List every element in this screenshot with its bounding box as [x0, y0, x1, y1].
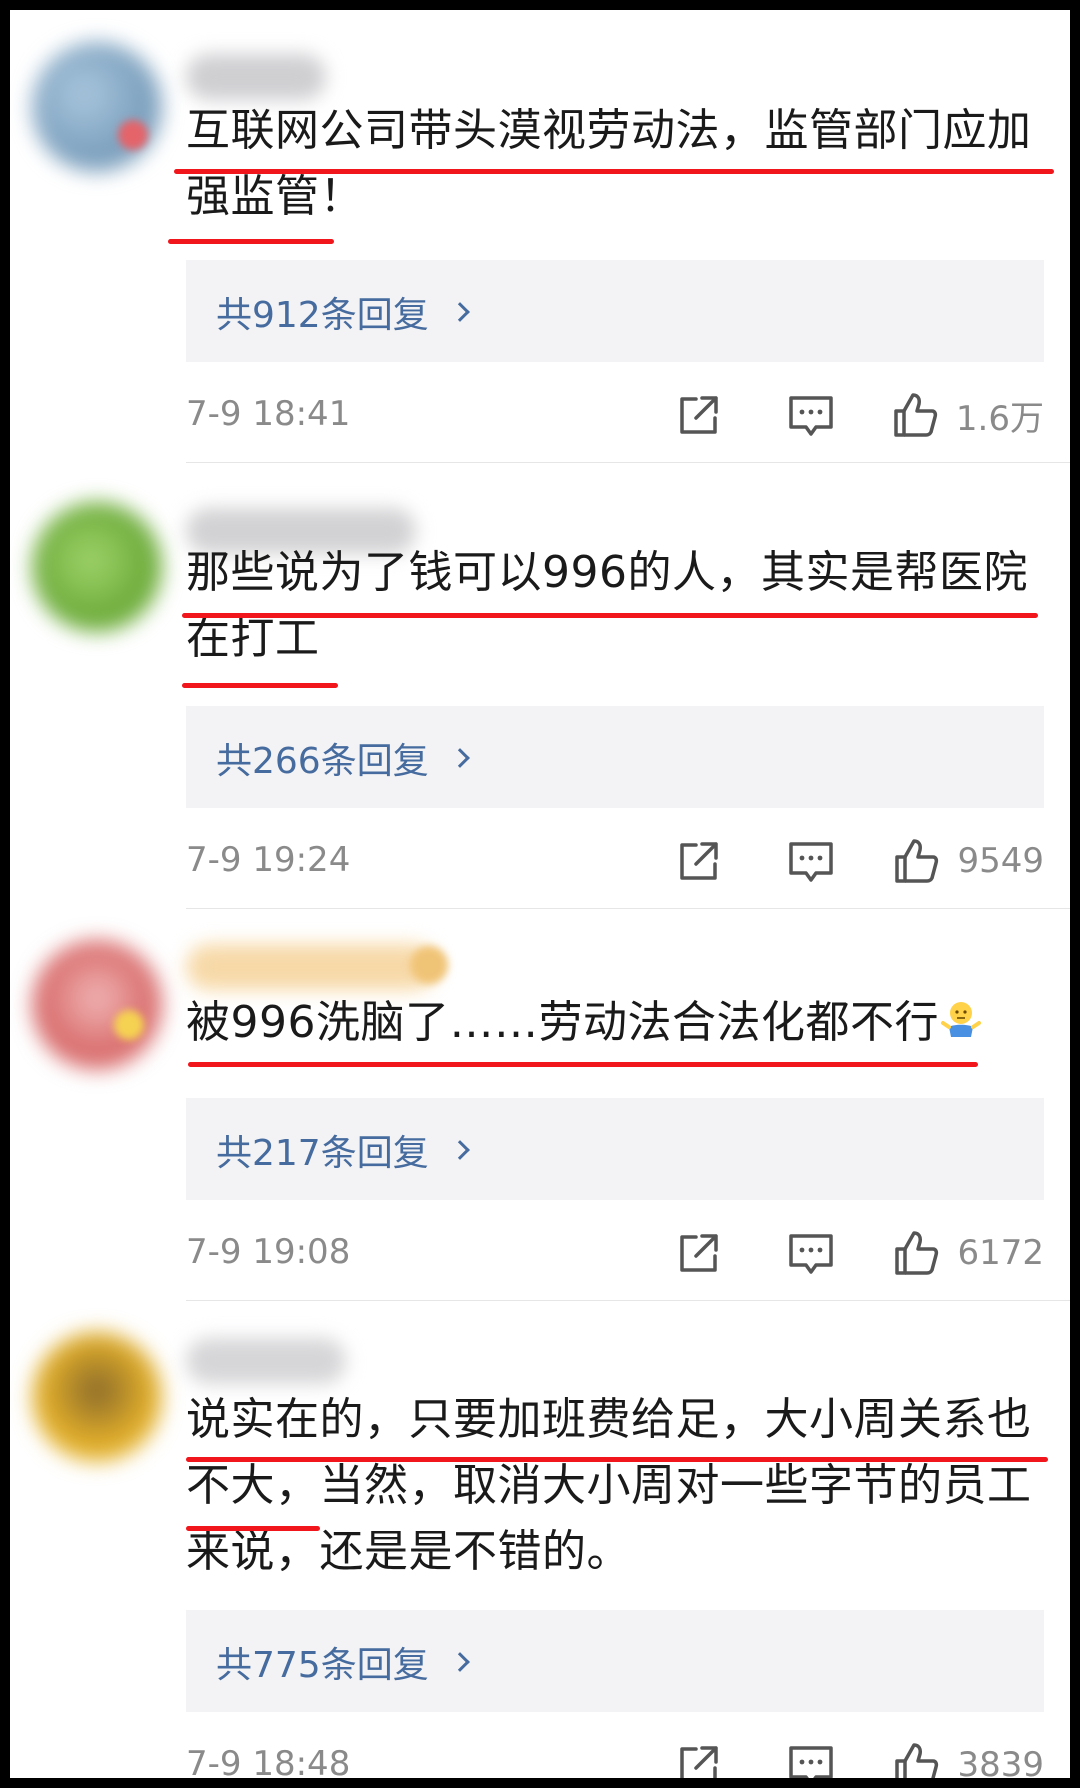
- thumbs-up-icon: [895, 1231, 939, 1275]
- thumbs-up-icon: [895, 1743, 939, 1778]
- verified-badge-icon: [114, 1010, 144, 1040]
- like-button[interactable]: 9549: [891, 836, 1044, 886]
- comment-footer: 7-9 18:41 1.6万: [186, 390, 1044, 440]
- reply-box: 共217条回复: [186, 1098, 1044, 1200]
- username[interactable]: [186, 54, 326, 100]
- reply-box: 共775条回复: [186, 1610, 1044, 1712]
- thumbs-up-icon: [894, 393, 938, 437]
- timestamp: 7-9 19:08: [186, 1232, 351, 1272]
- comment-line: 互联网公司带头漠视劳动法，监管部门应加: [186, 105, 1032, 156]
- reply-count-label: 共912条回复: [216, 295, 429, 336]
- chevron-right-icon: [449, 748, 470, 768]
- divider: [186, 908, 1070, 909]
- comment-text: 被996洗脑了……劳动法合法化都不行: [186, 990, 1056, 1056]
- underline-annotation: [168, 239, 334, 244]
- avatar[interactable]: [32, 42, 162, 172]
- avatar[interactable]: [32, 940, 162, 1070]
- comment-line: 说实在的，只要加班费给足，大小周关系也: [186, 1394, 1032, 1445]
- share-icon[interactable]: [674, 836, 724, 886]
- like-count: 1.6万: [955, 398, 1044, 439]
- share-icon[interactable]: [674, 1740, 724, 1778]
- like-count: 9549: [957, 841, 1044, 881]
- comment-text: 互联网公司带头漠视劳动法，监管部门应加 强监管！: [186, 98, 1056, 230]
- comment-line-text: 被996洗脑了……劳动法合法化都不行: [186, 997, 939, 1048]
- user-badge-icon: [410, 946, 448, 984]
- reply-count-label: 共266条回复: [216, 741, 429, 782]
- divider: [186, 1300, 1070, 1301]
- username[interactable]: [186, 944, 436, 990]
- comment-icon[interactable]: [786, 1740, 836, 1778]
- comment-list: 互联网公司带头漠视劳动法，监管部门应加 强监管！ 共912条回复 7-9 18:…: [10, 10, 1070, 1778]
- timestamp: 7-9 18:41: [186, 394, 351, 434]
- share-icon[interactable]: [674, 1228, 724, 1278]
- comment-icon[interactable]: [786, 1228, 836, 1278]
- avatar[interactable]: [32, 1332, 162, 1462]
- underline-annotation: [174, 169, 1054, 174]
- comment-line: 不大，当然，取消大小周对一些字节的员工: [186, 1460, 1032, 1511]
- reply-box: 共266条回复: [186, 706, 1044, 808]
- reply-box: 共912条回复: [186, 260, 1044, 362]
- avatar[interactable]: [32, 502, 162, 632]
- chevron-right-icon: [449, 1140, 470, 1160]
- thumbs-up-icon: [895, 839, 939, 883]
- like-button[interactable]: 3839: [891, 1740, 1044, 1778]
- comment-line: 那些说为了钱可以996的人，其实是帮医院: [186, 547, 1028, 598]
- verified-badge-icon: [118, 120, 148, 150]
- comment-footer: 7-9 19:24 9549: [186, 836, 1044, 886]
- underline-annotation: [186, 1457, 1048, 1462]
- reply-count-label: 共217条回复: [216, 1133, 429, 1174]
- shrug-emoji-icon: [940, 1002, 981, 1037]
- comment-footer: 7-9 19:08 6172: [186, 1228, 1044, 1278]
- underline-annotation: [186, 1526, 320, 1531]
- comment-text: 说实在的，只要加班费给足，大小周关系也 不大，当然，取消大小周对一些字节的员工 …: [186, 1387, 1056, 1585]
- underline-annotation: [188, 1062, 978, 1067]
- chevron-right-icon: [449, 302, 470, 322]
- underline-annotation: [182, 613, 1038, 618]
- like-button[interactable]: 6172: [891, 1228, 1044, 1278]
- comment-icon[interactable]: [786, 836, 836, 886]
- comment-icon[interactable]: [786, 390, 836, 440]
- comment-line: 被996洗脑了……劳动法合法化都不行: [186, 990, 1056, 1056]
- share-icon[interactable]: [674, 390, 724, 440]
- timestamp: 7-9 19:24: [186, 840, 351, 880]
- view-replies-link[interactable]: 共775条回复: [216, 1636, 470, 1688]
- chevron-right-icon: [449, 1652, 470, 1672]
- timestamp: 7-9 18:48: [186, 1744, 351, 1778]
- reply-count-label: 共775条回复: [216, 1645, 429, 1686]
- view-replies-link[interactable]: 共912条回复: [216, 286, 470, 338]
- divider: [186, 462, 1070, 463]
- username[interactable]: [186, 1338, 346, 1384]
- comment-text: 那些说为了钱可以996的人，其实是帮医院 在打工: [186, 540, 1056, 672]
- comment-footer: 7-9 18:48 3839: [186, 1740, 1044, 1778]
- view-replies-link[interactable]: 共217条回复: [216, 1124, 470, 1176]
- like-count: 3839: [957, 1745, 1044, 1778]
- like-count: 6172: [957, 1233, 1044, 1273]
- like-button[interactable]: 1.6万: [890, 390, 1044, 440]
- underline-annotation: [182, 683, 338, 688]
- view-replies-link[interactable]: 共266条回复: [216, 732, 470, 784]
